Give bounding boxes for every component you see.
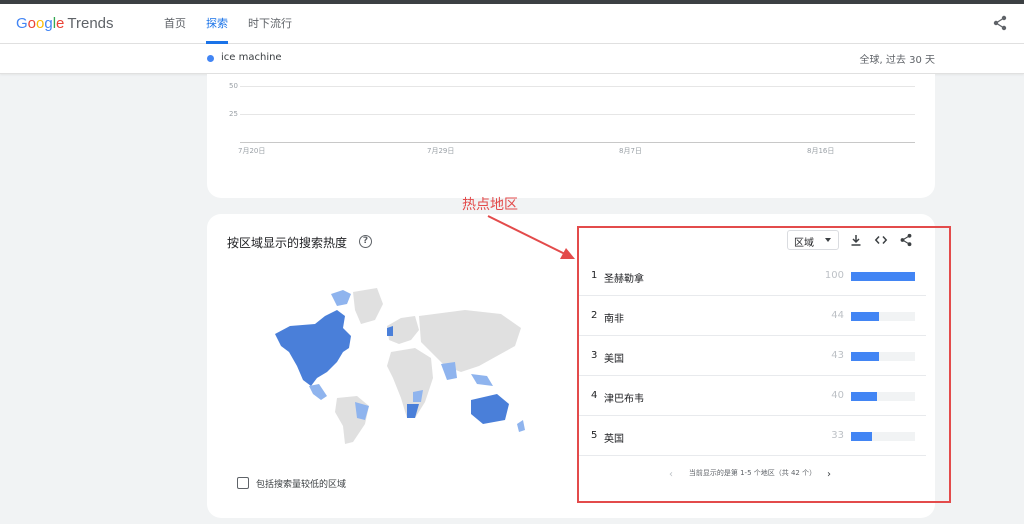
app-header: Google Trends 首页 探索 时下流行 (0, 4, 1024, 44)
nav-home[interactable]: 首页 (164, 4, 196, 44)
y-tick: 50 (229, 82, 238, 90)
help-icon[interactable]: ? (359, 235, 372, 248)
x-tick: 7月29日 (427, 147, 455, 155)
filter-summary[interactable]: 全球, 过去 30 天 (860, 51, 935, 66)
card-title: 按区域显示的搜索热度 (227, 236, 348, 250)
gridline (240, 86, 915, 87)
x-axis-line (240, 142, 915, 143)
term-color-dot (207, 55, 214, 62)
include-low-volume-label: 包括搜索量较低的区域 (256, 480, 347, 490)
annotation-label: 热点地区 (462, 197, 518, 213)
nav-explore[interactable]: 探索 (196, 4, 238, 44)
gridline (240, 114, 915, 115)
search-term[interactable]: ice machine (221, 52, 282, 63)
include-low-volume-checkbox[interactable] (237, 477, 249, 489)
x-tick: 8月16日 (807, 147, 835, 155)
x-tick: 8月7日 (619, 147, 642, 155)
world-map[interactable] (265, 286, 535, 446)
nav-trending[interactable]: 时下流行 (238, 4, 302, 44)
share-icon[interactable] (992, 15, 1008, 31)
google-trends-logo[interactable]: Google Trends (16, 15, 114, 32)
x-tick: 7月20日 (238, 147, 266, 155)
y-tick: 25 (229, 110, 238, 118)
interest-over-time-card: 50 25 7月20日 7月29日 8月7日 8月16日 (207, 74, 935, 198)
annotation-highlight-box (577, 226, 951, 503)
comparison-bar: ice machine 全球, 过去 30 天 (0, 44, 1024, 74)
top-nav: 首页 探索 时下流行 (164, 4, 302, 44)
